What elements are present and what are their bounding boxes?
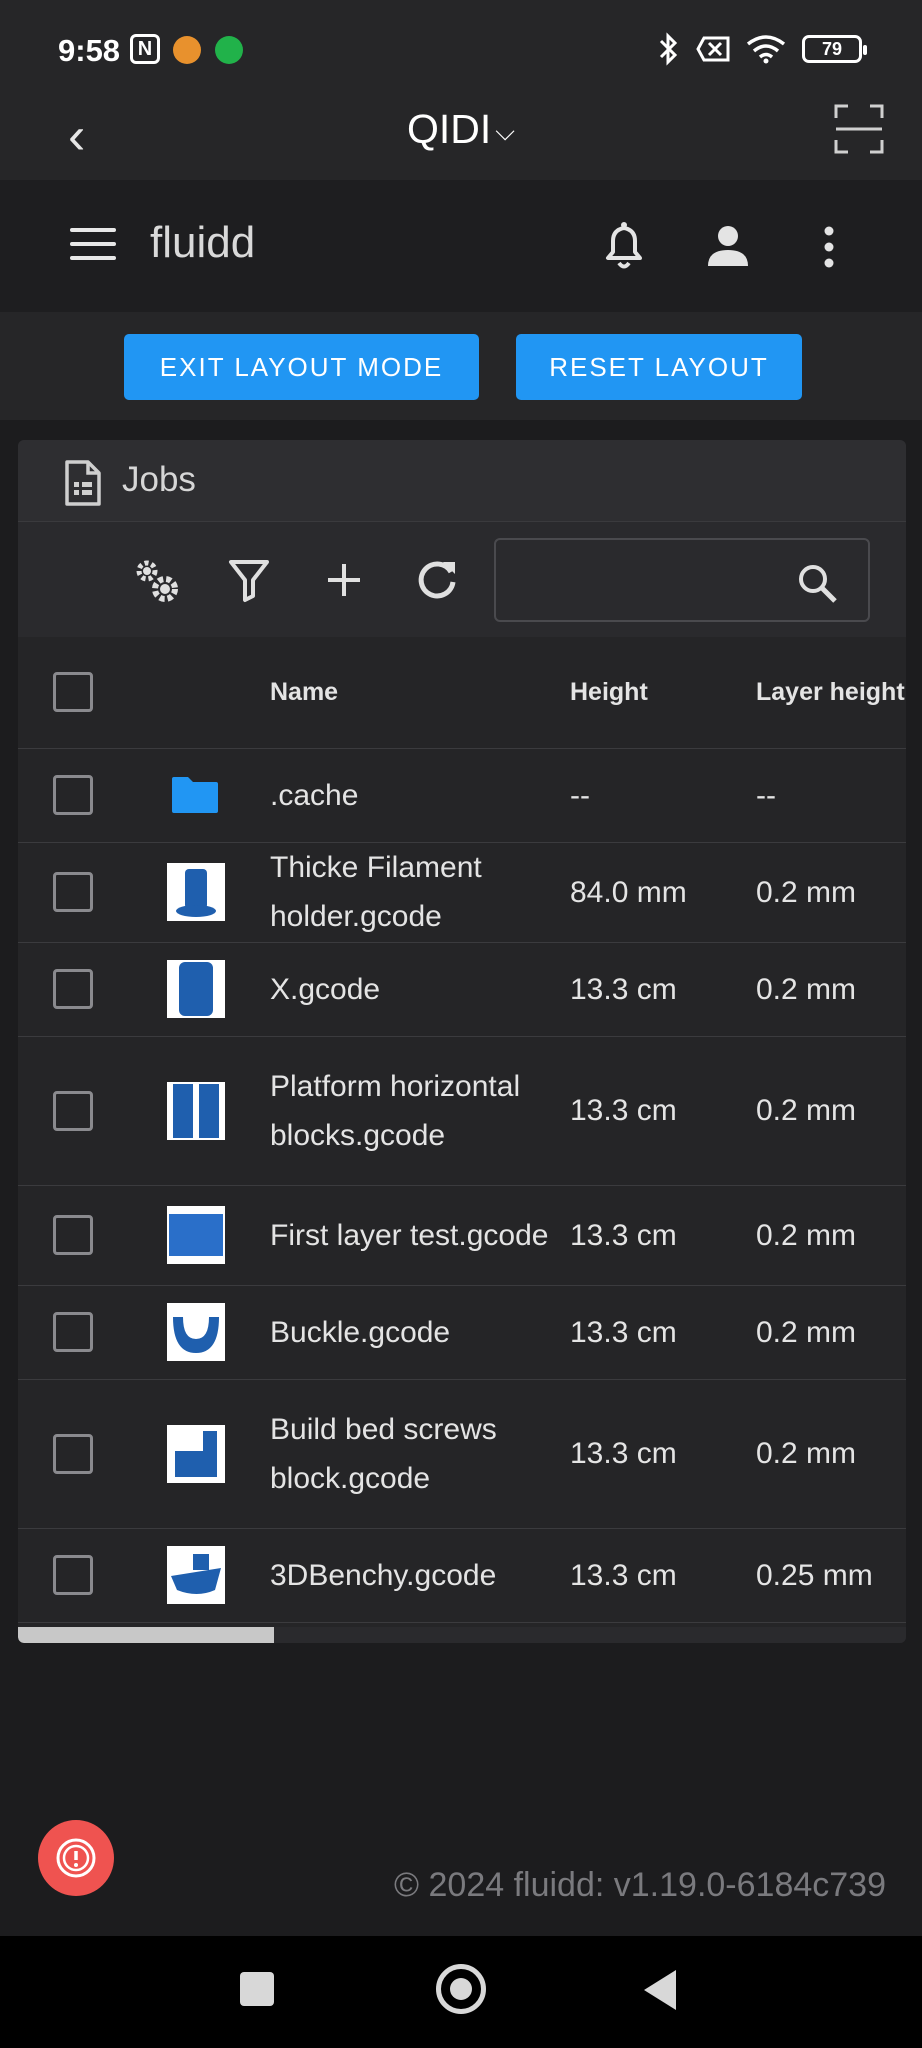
gcode-thumbnail <box>167 863 225 921</box>
scan-icon[interactable] <box>834 104 884 154</box>
file-height: -- <box>564 748 750 843</box>
file-name: First layer test.gcode <box>264 1185 564 1286</box>
row-checkbox[interactable] <box>53 1312 93 1352</box>
system-nav-bar <box>0 1936 922 2048</box>
nfc-icon: N <box>130 34 160 64</box>
filter-icon[interactable] <box>223 554 275 606</box>
table-row[interactable]: .cache -- -- <box>18 748 906 843</box>
table-header-row: Name Height Layer height <box>18 637 906 749</box>
search-box[interactable] <box>494 538 870 622</box>
chevron-down-icon: ⌵ <box>495 116 515 147</box>
add-icon[interactable] <box>318 554 370 606</box>
file-height: 13.3 cm <box>564 1379 750 1529</box>
file-document-icon <box>65 460 101 506</box>
file-name: Build bed screws block.gcode <box>264 1379 564 1529</box>
row-checkbox[interactable] <box>53 775 93 815</box>
table-row[interactable]: Platform horizontal blocks.gcode 13.3 cm… <box>18 1036 906 1186</box>
file-name: Thicke Filament holder.gcode <box>264 842 564 943</box>
no-sim-icon <box>696 36 730 62</box>
file-height: 13.3 cm <box>564 1285 750 1380</box>
row-checkbox[interactable] <box>53 1433 93 1474</box>
row-checkbox[interactable] <box>53 969 93 1009</box>
status-bar: 9:58 N 79 <box>0 0 922 100</box>
jobs-toolbar <box>18 522 906 637</box>
scrollbar-thumb[interactable] <box>18 1627 274 1643</box>
clock: 9:58 <box>58 33 121 68</box>
home-icon[interactable] <box>436 1964 486 2014</box>
user-icon[interactable] <box>706 224 750 268</box>
reset-layout-button[interactable]: RESET LAYOUT <box>516 334 802 400</box>
file-layer-height: 0.2 mm <box>750 942 906 1037</box>
jobs-title: Jobs <box>122 460 196 499</box>
layout-mode-bar: EXIT LAYOUT MODE RESET LAYOUT <box>0 312 922 420</box>
gcode-thumbnail <box>167 960 225 1018</box>
jobs-card: Jobs Name Height Layer height .cache -- … <box>18 440 906 1643</box>
gcode-thumbnail <box>167 1206 225 1264</box>
jobs-table: Name Height Layer height .cache -- -- Th… <box>18 637 906 1623</box>
gcode-thumbnail <box>167 1303 225 1361</box>
file-layer-height: 0.2 mm <box>750 842 906 943</box>
file-layer-height: 0.2 mm <box>750 1285 906 1380</box>
file-height: 13.3 cm <box>564 1036 750 1186</box>
printer-selector[interactable]: QIDI ⌵ <box>0 106 922 153</box>
brand-title[interactable]: fluidd <box>150 218 255 268</box>
file-layer-height: 0.2 mm <box>750 1036 906 1186</box>
gcode-thumbnail <box>167 1546 225 1604</box>
row-checkbox[interactable] <box>53 1555 93 1595</box>
bluetooth-icon <box>659 32 678 66</box>
file-height: 84.0 mm <box>564 842 750 943</box>
table-row[interactable]: X.gcode 13.3 cm 0.2 mm <box>18 942 906 1037</box>
refresh-icon[interactable] <box>411 554 463 606</box>
column-header-layer-height[interactable]: Layer height <box>750 637 906 749</box>
file-height: 13.3 cm <box>564 942 750 1037</box>
search-input[interactable] <box>510 556 790 604</box>
file-height: 13.3 cm <box>564 1528 750 1623</box>
column-header-height[interactable]: Height <box>564 637 750 749</box>
table-row[interactable]: First layer test.gcode 13.3 cm 0.2 mm <box>18 1185 906 1286</box>
file-layer-height: 0.25 mm <box>750 1528 906 1623</box>
emergency-stop-button[interactable] <box>38 1820 114 1896</box>
file-height: 13.3 cm <box>564 1185 750 1286</box>
alert-octagon-icon <box>56 1838 96 1878</box>
table-row[interactable]: 3DBenchy.gcode 13.3 cm 0.25 mm <box>18 1528 906 1623</box>
file-name: X.gcode <box>264 942 564 1037</box>
folder-icon <box>172 777 218 813</box>
status-icons: 79 <box>658 32 867 66</box>
row-checkbox[interactable] <box>53 872 93 912</box>
gcode-thumbnail <box>167 1081 225 1140</box>
app-notification-icon <box>173 36 201 64</box>
file-layer-height: -- <box>750 748 906 843</box>
search-icon[interactable] <box>796 562 838 604</box>
table-row[interactable]: Build bed screws block.gcode 13.3 cm 0.2… <box>18 1379 906 1529</box>
file-layer-height: 0.2 mm <box>750 1185 906 1286</box>
column-header-name[interactable]: Name <box>264 637 564 749</box>
file-name: 3DBenchy.gcode <box>264 1528 564 1623</box>
settings-gears-icon[interactable] <box>130 554 182 606</box>
row-checkbox[interactable] <box>53 1215 93 1255</box>
app-header: ‹ QIDI ⌵ <box>0 100 922 180</box>
hamburger-menu-icon[interactable] <box>70 228 116 260</box>
file-name: .cache <box>264 748 564 843</box>
exit-layout-mode-button[interactable]: EXIT LAYOUT MODE <box>124 334 479 400</box>
fluidd-toolbar: fluidd <box>0 180 922 312</box>
battery-icon: 79 <box>802 35 867 63</box>
printer-name: QIDI <box>406 106 492 152</box>
select-all-checkbox[interactable] <box>53 672 93 713</box>
file-layer-height: 0.2 mm <box>750 1379 906 1529</box>
table-row[interactable]: Thicke Filament holder.gcode 84.0 mm 0.2… <box>18 842 906 943</box>
bell-icon[interactable] <box>600 220 648 272</box>
horizontal-scrollbar[interactable] <box>18 1627 906 1643</box>
row-checkbox[interactable] <box>53 1090 93 1131</box>
wifi-icon <box>746 35 786 64</box>
more-vertical-icon[interactable] <box>824 226 834 268</box>
file-name: Platform horizontal blocks.gcode <box>264 1036 564 1186</box>
shield-app-icon <box>215 36 243 64</box>
version-footer: © 2024 fluidd: v1.19.0-6184c739 <box>394 1866 886 1904</box>
recent-apps-icon[interactable] <box>240 1972 274 2006</box>
jobs-card-header: Jobs <box>18 440 906 522</box>
table-row[interactable]: Buckle.gcode 13.3 cm 0.2 mm <box>18 1285 906 1380</box>
back-triangle-icon[interactable] <box>644 1970 676 2010</box>
file-name: Buckle.gcode <box>264 1285 564 1380</box>
gcode-thumbnail <box>167 1424 225 1483</box>
